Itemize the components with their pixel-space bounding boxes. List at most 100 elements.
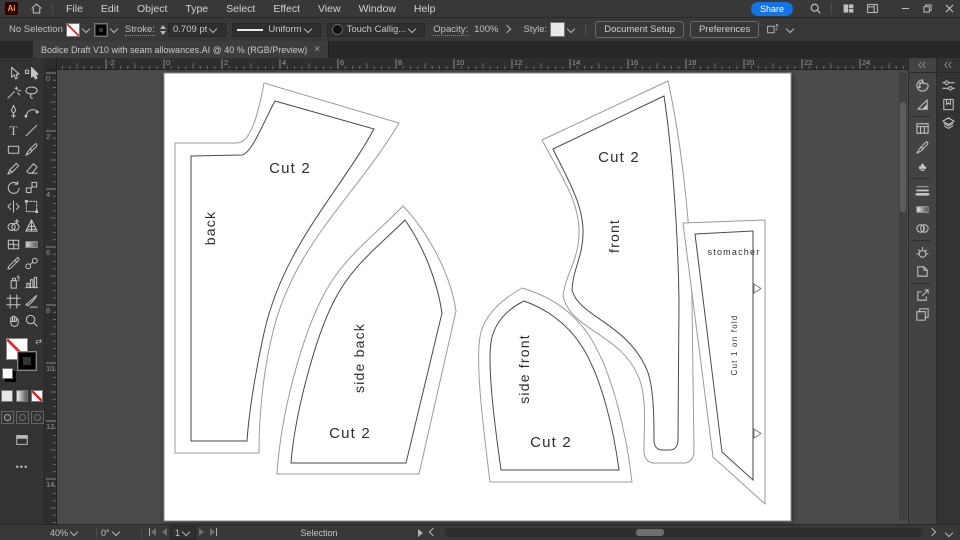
properties-panel-icon[interactable] xyxy=(937,76,959,95)
scale-tool-icon[interactable] xyxy=(22,179,40,196)
fill-stroke-indicator[interactable]: ⇄ xyxy=(2,337,42,381)
rotation-dropdown[interactable]: 0° xyxy=(97,525,141,540)
vertical-scrollbar[interactable] xyxy=(899,72,907,521)
blend-tool-icon[interactable] xyxy=(22,255,40,272)
magic-wand-tool-icon[interactable] xyxy=(4,84,22,101)
preferences-button[interactable]: Preferences xyxy=(689,21,760,38)
screen-mode-icon[interactable] xyxy=(15,433,29,452)
rectangle-tool-icon[interactable] xyxy=(4,141,22,158)
document-tab[interactable]: Bodice Draft V10 with seam allowances.AI… xyxy=(33,41,330,58)
tab-close-icon[interactable]: × xyxy=(314,44,320,55)
draw-behind-mode[interactable] xyxy=(15,411,29,424)
rotation-chevron-icon[interactable] xyxy=(111,527,120,536)
eraser-tool-icon[interactable] xyxy=(22,160,40,177)
search-icon[interactable] xyxy=(807,2,823,16)
stroke-box[interactable] xyxy=(17,351,37,371)
zoom-tool-icon[interactable] xyxy=(22,312,40,329)
shaper-tool-icon[interactable] xyxy=(4,160,22,177)
lasso-tool-icon[interactable] xyxy=(22,84,40,101)
color-panel-icon[interactable] xyxy=(911,76,933,95)
first-artboard-button[interactable] xyxy=(149,527,156,538)
rotate-tool-icon[interactable] xyxy=(4,179,22,196)
transparency-panel-icon[interactable] xyxy=(911,219,933,238)
opacity-chevron-icon[interactable] xyxy=(503,24,512,33)
menu-view[interactable]: View xyxy=(309,3,350,15)
graphic-styles-panel-icon[interactable] xyxy=(911,262,933,281)
width-tool-icon[interactable] xyxy=(4,198,22,215)
zoom-chevron-icon[interactable] xyxy=(69,527,79,536)
libraries-panel-icon[interactable] xyxy=(937,95,959,114)
swatches-panel-icon[interactable] xyxy=(911,119,933,138)
restore-button[interactable] xyxy=(916,0,938,17)
fill-dropdown-chevron-icon[interactable] xyxy=(81,24,91,33)
column-graph-tool-icon[interactable] xyxy=(22,274,40,291)
hand-tool-icon[interactable] xyxy=(4,312,22,329)
stroke-label[interactable]: Stroke: xyxy=(124,24,155,36)
symbols-panel-icon[interactable]: ♣ xyxy=(911,157,933,176)
menu-effect[interactable]: Effect xyxy=(264,3,309,15)
isolate-selected-icon[interactable] xyxy=(764,23,780,37)
color-button[interactable] xyxy=(1,390,13,402)
minimize-button[interactable] xyxy=(894,0,916,17)
free-transform-tool-icon[interactable] xyxy=(22,198,40,215)
canvas[interactable]: Cut 2 back Cut 2 side back Cut 2 side front Cu… xyxy=(45,58,908,524)
document-setup-button[interactable]: Document Setup xyxy=(595,21,684,38)
menu-edit[interactable]: Edit xyxy=(92,3,128,15)
horizontal-ruler[interactable]: -4-2024681012141618202224 xyxy=(56,58,908,70)
draw-inside-mode[interactable] xyxy=(30,411,44,424)
stroke-weight-field[interactable]: 0.709 pt xyxy=(167,22,227,37)
brushes-panel-icon[interactable] xyxy=(911,138,933,157)
expand-panels-icon[interactable] xyxy=(936,58,960,73)
menu-window[interactable]: Window xyxy=(350,3,405,15)
scroll-right-icon[interactable] xyxy=(927,527,937,536)
mesh-tool-icon[interactable] xyxy=(4,236,22,253)
pen-tool-icon[interactable] xyxy=(4,103,22,120)
edit-toolbar-button[interactable]: ••• xyxy=(16,462,28,472)
stroke-dropdown-chevron-icon[interactable] xyxy=(109,24,119,33)
artboards-panel-panel-icon[interactable] xyxy=(911,305,933,324)
paintbrush-tool-icon[interactable] xyxy=(22,141,40,158)
artwork[interactable]: Cut 2 back Cut 2 side back Cut 2 side front Cu… xyxy=(45,58,908,524)
fill-color-swatch[interactable] xyxy=(65,22,80,37)
stroke-weight-chevron-icon[interactable] xyxy=(209,24,218,33)
brush-definition-field[interactable]: Touch Callig... xyxy=(326,22,426,37)
illustrator-logo-icon[interactable]: Ai xyxy=(5,2,18,15)
close-button[interactable] xyxy=(938,0,960,17)
expand-panels-icon[interactable] xyxy=(909,58,936,73)
brush-chevron-icon[interactable] xyxy=(408,24,417,33)
dock-collapse-chevron-icon[interactable] xyxy=(944,528,954,537)
draw-normal-mode[interactable] xyxy=(0,411,14,424)
export-panel-icon[interactable] xyxy=(911,286,933,305)
menu-select[interactable]: Select xyxy=(217,3,264,15)
shape-builder-tool-icon[interactable] xyxy=(4,217,22,234)
type-tool-icon[interactable]: T xyxy=(4,122,22,139)
workspace-switcher-icon[interactable] xyxy=(864,2,880,16)
direct-selection-tool-icon[interactable] xyxy=(22,65,40,82)
width-profile-chevron-icon[interactable] xyxy=(303,24,312,33)
horizontal-scrollbar-thumb[interactable] xyxy=(635,529,664,536)
status-display[interactable]: Selection xyxy=(224,528,414,538)
last-artboard-button[interactable] xyxy=(210,527,217,538)
artboard-number-chevron-icon[interactable] xyxy=(181,527,191,536)
menu-type[interactable]: Type xyxy=(176,3,217,15)
next-artboard-button[interactable] xyxy=(199,527,204,538)
stroke-color-swatch[interactable] xyxy=(93,22,108,37)
menu-object[interactable]: Object xyxy=(128,3,176,15)
menu-file[interactable]: File xyxy=(57,3,92,15)
ruler-origin-corner[interactable] xyxy=(45,58,57,70)
selection-tool-icon[interactable] xyxy=(4,65,22,82)
previous-artboard-button[interactable] xyxy=(162,527,167,538)
none-button[interactable] xyxy=(31,390,43,402)
horizontal-scrollbar[interactable] xyxy=(445,528,922,537)
arrange-documents-icon[interactable] xyxy=(840,2,856,16)
swap-fill-stroke-icon[interactable]: ⇄ xyxy=(35,337,42,346)
line-segment-tool-icon[interactable] xyxy=(22,122,40,139)
gradient-button[interactable] xyxy=(16,390,28,402)
share-button[interactable]: Share xyxy=(750,1,793,16)
workspace-chevron-icon[interactable] xyxy=(785,24,795,33)
gradient-panel-panel-icon[interactable] xyxy=(911,200,933,219)
variable-width-profile-field[interactable]: Uniform xyxy=(232,22,321,37)
perspective-grid-tool-icon[interactable] xyxy=(22,217,40,234)
artboard-tool-icon[interactable] xyxy=(4,293,22,310)
menu-help[interactable]: Help xyxy=(405,3,445,15)
